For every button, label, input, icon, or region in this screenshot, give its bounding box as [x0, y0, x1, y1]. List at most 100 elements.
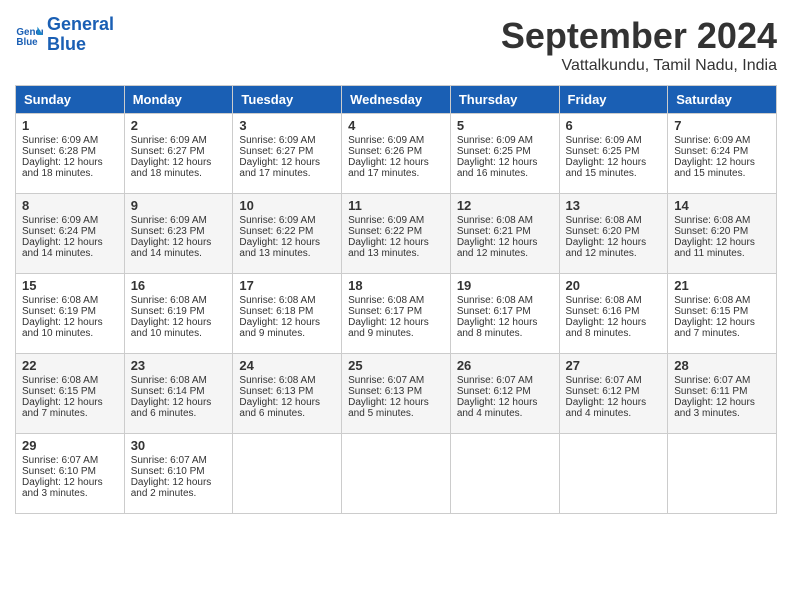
sunrise: Sunrise: 6:07 AM — [457, 375, 533, 386]
sunrise: Sunrise: 6:08 AM — [457, 215, 533, 226]
title-area: September 2024 Vattalkundu, Tamil Nadu, … — [501, 15, 777, 75]
day-cell-10: 10Sunrise: 6:09 AMSunset: 6:22 PMDayligh… — [233, 194, 342, 274]
day-cell-21: 21Sunrise: 6:08 AMSunset: 6:15 PMDayligh… — [668, 274, 777, 354]
sunrise: Sunrise: 6:09 AM — [22, 215, 98, 226]
day-cell-2: 2Sunrise: 6:09 AMSunset: 6:27 PMDaylight… — [124, 114, 233, 194]
daylight: Daylight: 12 hours and 6 minutes. — [239, 397, 320, 419]
day-number: 12 — [457, 198, 553, 213]
logo-text: General Blue — [47, 15, 114, 55]
day-number: 18 — [348, 278, 444, 293]
daylight: Daylight: 12 hours and 2 minutes. — [131, 477, 212, 499]
day-cell-28: 28Sunrise: 6:07 AMSunset: 6:11 PMDayligh… — [668, 354, 777, 434]
daylight: Daylight: 12 hours and 10 minutes. — [131, 317, 212, 339]
sunset: Sunset: 6:19 PM — [131, 306, 205, 317]
col-header-saturday: Saturday — [668, 86, 777, 114]
sunset: Sunset: 6:10 PM — [131, 466, 205, 477]
sunset: Sunset: 6:14 PM — [131, 386, 205, 397]
sunrise: Sunrise: 6:09 AM — [131, 135, 207, 146]
day-cell-8: 8Sunrise: 6:09 AMSunset: 6:24 PMDaylight… — [16, 194, 125, 274]
daylight: Daylight: 12 hours and 6 minutes. — [131, 397, 212, 419]
logo-icon: General Blue — [15, 21, 43, 49]
sunrise: Sunrise: 6:09 AM — [22, 135, 98, 146]
daylight: Daylight: 12 hours and 8 minutes. — [566, 317, 647, 339]
day-cell-17: 17Sunrise: 6:08 AMSunset: 6:18 PMDayligh… — [233, 274, 342, 354]
daylight: Daylight: 12 hours and 9 minutes. — [348, 317, 429, 339]
sunrise: Sunrise: 6:09 AM — [239, 135, 315, 146]
week-row-3: 15Sunrise: 6:08 AMSunset: 6:19 PMDayligh… — [16, 274, 777, 354]
sunrise: Sunrise: 6:08 AM — [131, 295, 207, 306]
day-number: 23 — [131, 358, 227, 373]
daylight: Daylight: 12 hours and 13 minutes. — [348, 237, 429, 259]
col-header-friday: Friday — [559, 86, 668, 114]
empty-cell — [342, 434, 451, 514]
day-cell-7: 7Sunrise: 6:09 AMSunset: 6:24 PMDaylight… — [668, 114, 777, 194]
sunset: Sunset: 6:23 PM — [131, 226, 205, 237]
daylight: Daylight: 12 hours and 12 minutes. — [566, 237, 647, 259]
sunrise: Sunrise: 6:07 AM — [674, 375, 750, 386]
day-cell-18: 18Sunrise: 6:08 AMSunset: 6:17 PMDayligh… — [342, 274, 451, 354]
sunrise: Sunrise: 6:07 AM — [348, 375, 424, 386]
sunrise: Sunrise: 6:07 AM — [566, 375, 642, 386]
day-cell-19: 19Sunrise: 6:08 AMSunset: 6:17 PMDayligh… — [450, 274, 559, 354]
day-number: 28 — [674, 358, 770, 373]
day-number: 1 — [22, 118, 118, 133]
daylight: Daylight: 12 hours and 5 minutes. — [348, 397, 429, 419]
sunrise: Sunrise: 6:09 AM — [348, 135, 424, 146]
sunrise: Sunrise: 6:08 AM — [131, 375, 207, 386]
sunset: Sunset: 6:22 PM — [239, 226, 313, 237]
sunset: Sunset: 6:25 PM — [457, 146, 531, 157]
day-number: 7 — [674, 118, 770, 133]
col-header-wednesday: Wednesday — [342, 86, 451, 114]
daylight: Daylight: 12 hours and 11 minutes. — [674, 237, 755, 259]
sunrise: Sunrise: 6:09 AM — [674, 135, 750, 146]
day-cell-23: 23 Sunrise: 6:08 AMSunset: 6:14 PMDayligh… — [124, 354, 233, 434]
daylight: Daylight: 12 hours and 8 minutes. — [457, 317, 538, 339]
day-number: 24 — [239, 358, 335, 373]
sunset: Sunset: 6:26 PM — [348, 146, 422, 157]
daylight: Daylight: 12 hours and 15 minutes. — [566, 157, 647, 179]
sunrise: Sunrise: 6:08 AM — [566, 295, 642, 306]
sunrise: Sunrise: 6:08 AM — [457, 295, 533, 306]
sunrise: Sunrise: 6:09 AM — [457, 135, 533, 146]
day-cell-26: 26Sunrise: 6:07 AMSunset: 6:12 PMDayligh… — [450, 354, 559, 434]
day-number: 17 — [239, 278, 335, 293]
empty-cell — [668, 434, 777, 514]
day-number: 16 — [131, 278, 227, 293]
day-number: 2 — [131, 118, 227, 133]
week-row-2: 8Sunrise: 6:09 AMSunset: 6:24 PMDaylight… — [16, 194, 777, 274]
month-title: September 2024 — [501, 15, 777, 57]
sunrise: Sunrise: 6:09 AM — [239, 215, 315, 226]
day-cell-14: 14Sunrise: 6:08 AMSunset: 6:20 PMDayligh… — [668, 194, 777, 274]
sunset: Sunset: 6:20 PM — [566, 226, 640, 237]
daylight: Daylight: 12 hours and 18 minutes. — [131, 157, 212, 179]
sunset: Sunset: 6:20 PM — [674, 226, 748, 237]
logo-line1: General — [47, 14, 114, 34]
sunset: Sunset: 6:10 PM — [22, 466, 96, 477]
sunset: Sunset: 6:28 PM — [22, 146, 96, 157]
empty-cell — [233, 434, 342, 514]
day-number: 22 — [22, 358, 118, 373]
daylight: Daylight: 12 hours and 7 minutes. — [22, 397, 103, 419]
day-cell-22: 22Sunrise: 6:08 AMSunset: 6:15 PMDayligh… — [16, 354, 125, 434]
daylight: Daylight: 12 hours and 18 minutes. — [22, 157, 103, 179]
daylight: Daylight: 12 hours and 13 minutes. — [239, 237, 320, 259]
sunset: Sunset: 6:19 PM — [22, 306, 96, 317]
svg-text:Blue: Blue — [16, 37, 38, 48]
col-header-monday: Monday — [124, 86, 233, 114]
sunset: Sunset: 6:13 PM — [239, 386, 313, 397]
day-cell-4: 4Sunrise: 6:09 AMSunset: 6:26 PMDaylight… — [342, 114, 451, 194]
col-header-thursday: Thursday — [450, 86, 559, 114]
daylight: Daylight: 12 hours and 7 minutes. — [674, 317, 755, 339]
week-row-4: 22Sunrise: 6:08 AMSunset: 6:15 PMDayligh… — [16, 354, 777, 434]
day-cell-29: 29Sunrise: 6:07 AMSunset: 6:10 PMDayligh… — [16, 434, 125, 514]
sunset: Sunset: 6:25 PM — [566, 146, 640, 157]
day-cell-6: 6Sunrise: 6:09 AMSunset: 6:25 PMDaylight… — [559, 114, 668, 194]
daylight: Daylight: 12 hours and 14 minutes. — [22, 237, 103, 259]
day-cell-16: 16 Sunrise: 6:08 AMSunset: 6:19 PMDayligh… — [124, 274, 233, 354]
sunset: Sunset: 6:18 PM — [239, 306, 313, 317]
day-number: 29 — [22, 438, 118, 453]
sunrise: Sunrise: 6:07 AM — [131, 455, 207, 466]
daylight: Daylight: 12 hours and 17 minutes. — [348, 157, 429, 179]
daylight: Daylight: 12 hours and 15 minutes. — [674, 157, 755, 179]
header: General Blue General Blue September 2024… — [15, 15, 777, 75]
